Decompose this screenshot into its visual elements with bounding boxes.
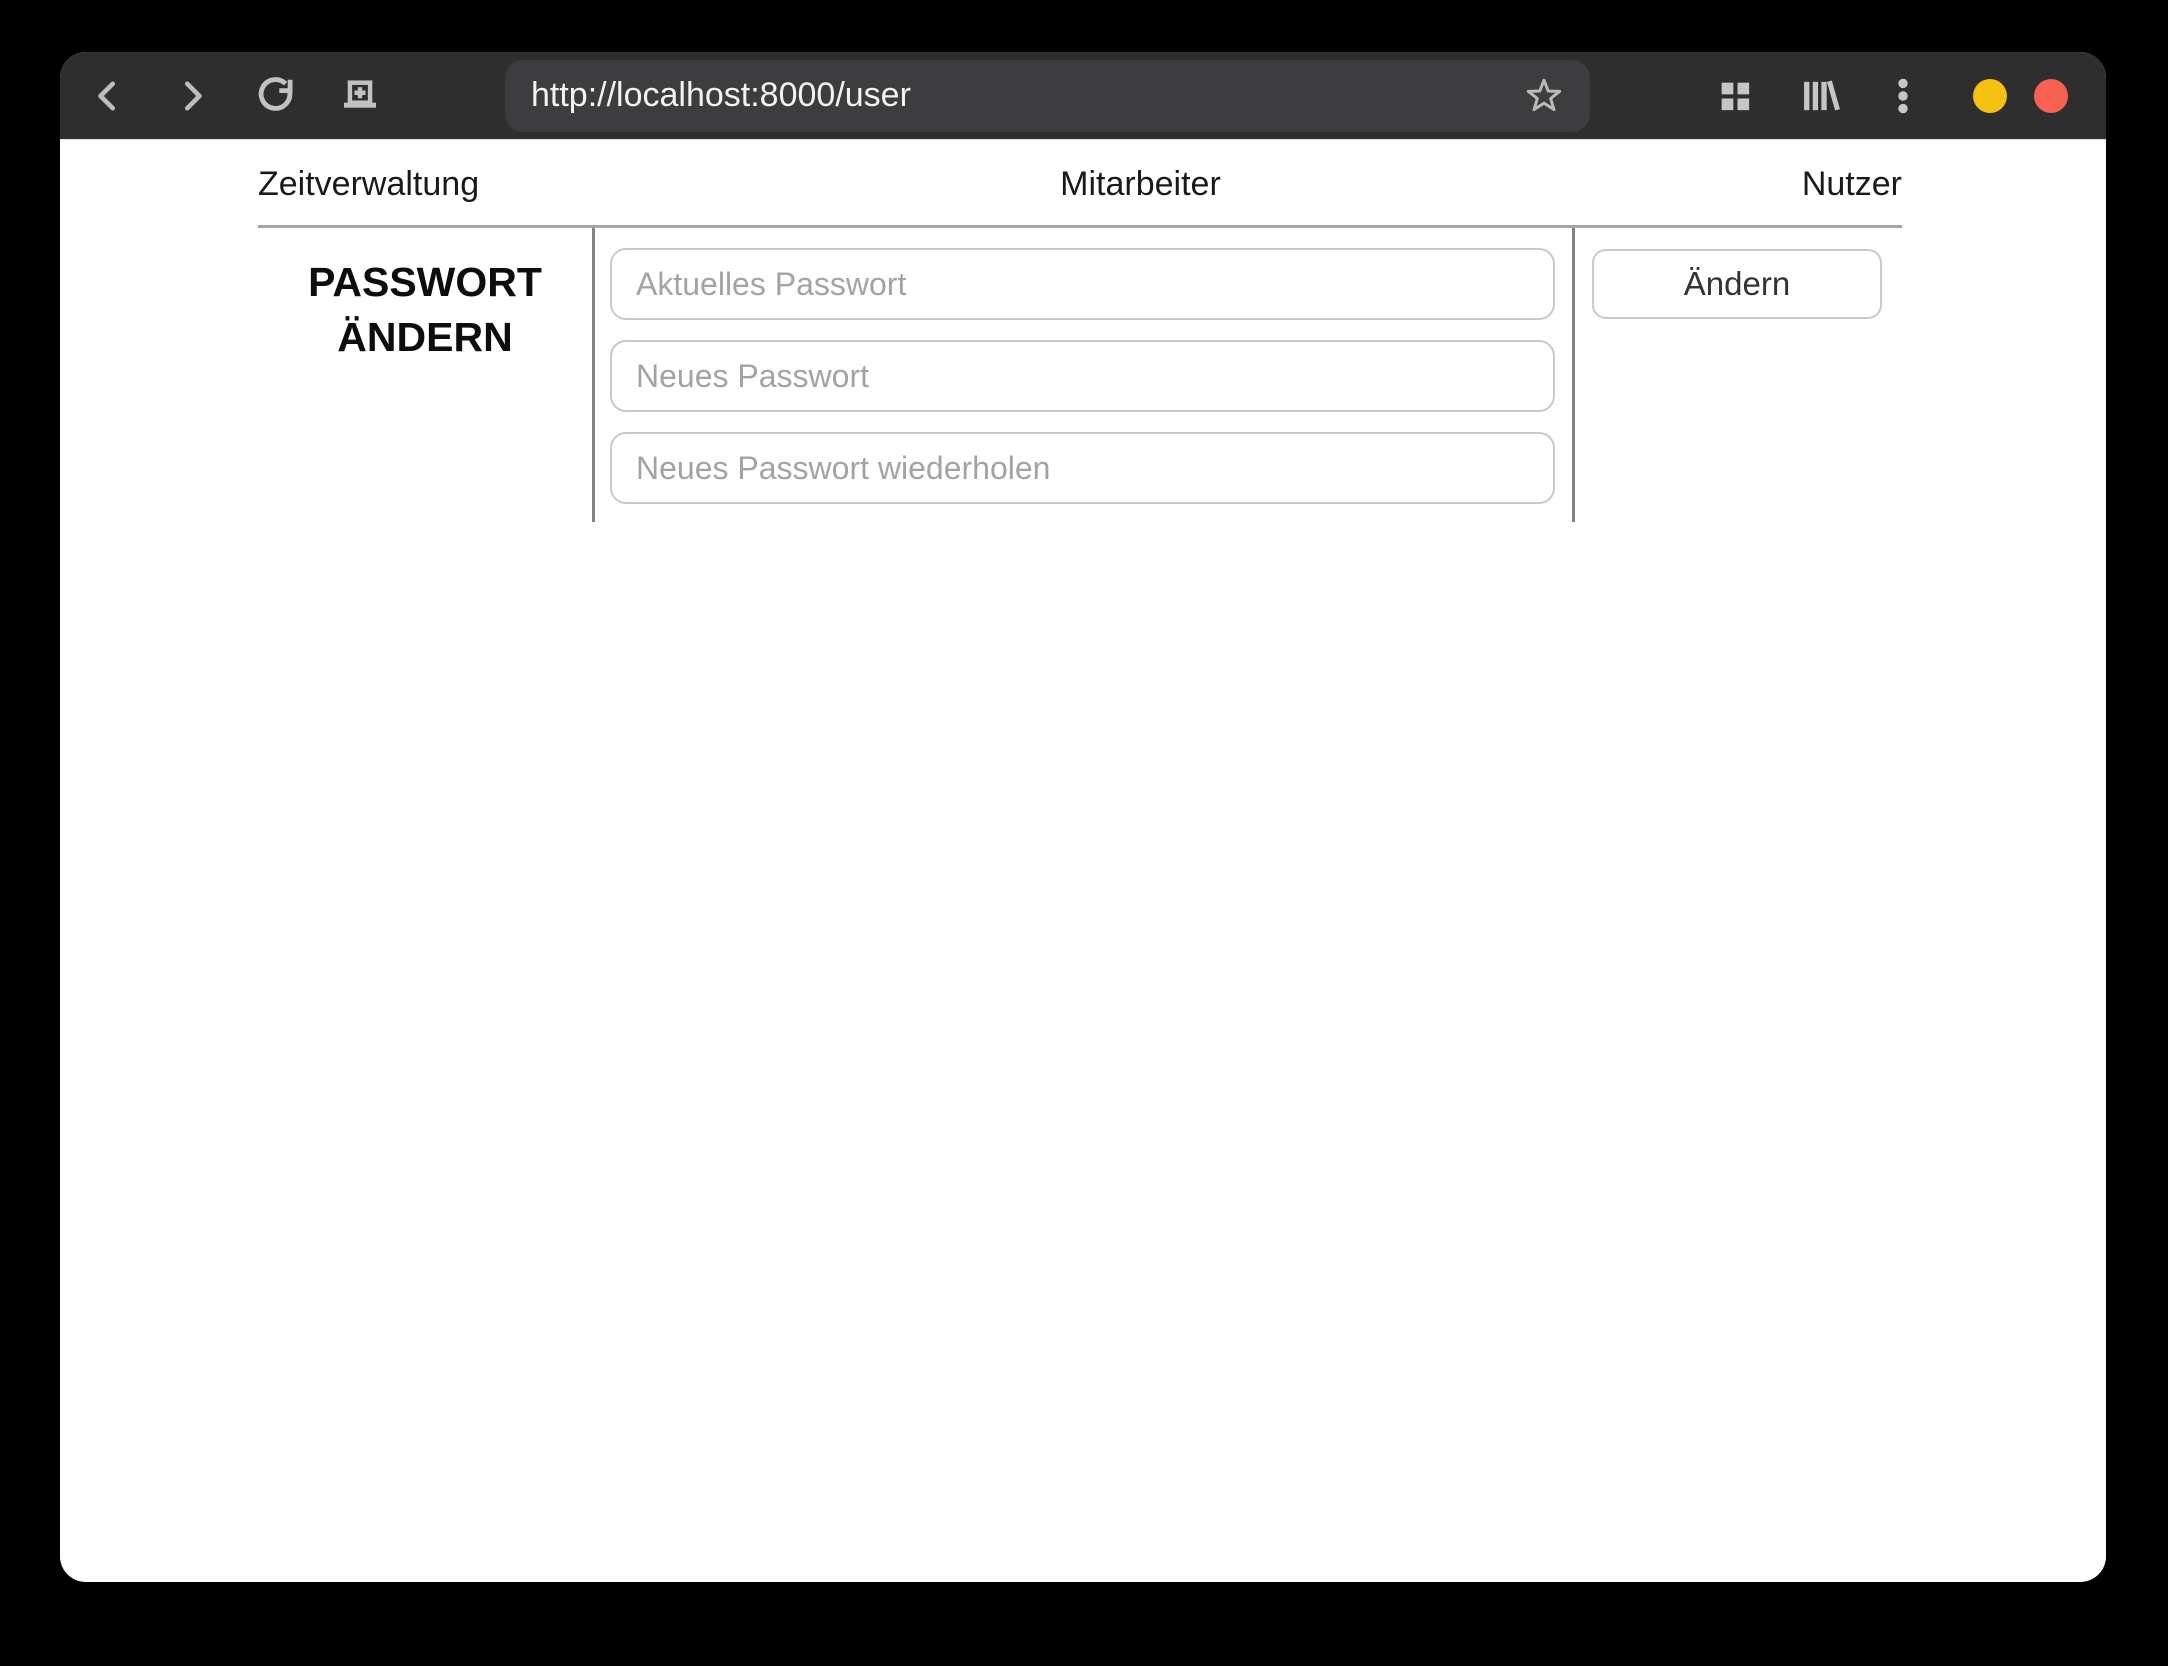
nav-item-nutzer[interactable]: Nutzer [1802, 165, 1902, 204]
grid-icon [1715, 76, 1755, 116]
toolbar-right-group [1707, 68, 1931, 124]
bookmark-button[interactable] [1516, 68, 1572, 124]
browser-window: http://localhost:8000/user Zeitverwaltun… [60, 52, 2106, 1582]
chevron-right-icon [175, 77, 209, 115]
library-button[interactable] [1791, 68, 1847, 124]
library-icon [1797, 74, 1841, 118]
main-nav: Zeitverwaltung Mitarbeiter Nutzer [258, 140, 1902, 228]
form-actions-column: Ändern [1575, 228, 1902, 522]
repeat-password-input[interactable] [610, 432, 1555, 504]
current-password-input[interactable] [610, 248, 1555, 320]
page-content: Zeitverwaltung Mitarbeiter Nutzer PASSWO… [60, 140, 2106, 1581]
form-title-column: PASSWORT ÄNDERN [258, 228, 592, 522]
close-button[interactable] [2034, 78, 2068, 113]
address-bar[interactable]: http://localhost:8000/user [505, 59, 1590, 132]
form-title: PASSWORT ÄNDERN [308, 259, 542, 360]
minimize-button[interactable] [1973, 78, 2007, 113]
star-icon [1526, 78, 1562, 111]
password-change-section: PASSWORT ÄNDERN Ändern [258, 228, 1902, 522]
new-tab-button[interactable] [332, 68, 388, 124]
change-password-button[interactable]: Ändern [1592, 249, 1882, 319]
chevron-left-icon [91, 77, 125, 115]
tab-overview-button[interactable] [1707, 68, 1763, 124]
url-text: http://localhost:8000/user [531, 76, 911, 114]
forward-button[interactable] [164, 68, 220, 124]
menu-button[interactable] [1875, 68, 1931, 124]
browser-toolbar: http://localhost:8000/user [60, 52, 2106, 140]
reload-button[interactable] [248, 68, 304, 124]
kebab-menu-icon [1883, 74, 1923, 118]
form-fields-column [592, 228, 1575, 522]
new-tab-icon [339, 76, 381, 116]
window-controls [1973, 78, 2068, 113]
new-password-input[interactable] [610, 340, 1555, 412]
nav-item-zeitverwaltung[interactable]: Zeitverwaltung [258, 165, 479, 204]
refresh-icon [255, 75, 297, 117]
nav-item-mitarbeiter[interactable]: Mitarbeiter [1060, 165, 1221, 204]
back-button[interactable] [80, 68, 136, 124]
